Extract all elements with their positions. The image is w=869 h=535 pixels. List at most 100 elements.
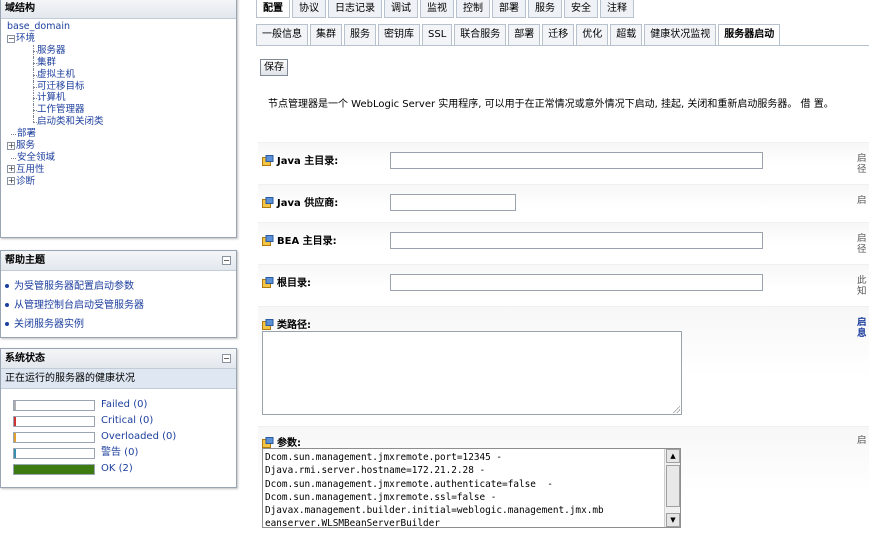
scroll-up-icon[interactable]: ▲ [666,449,680,463]
health-row: Critical (0) [13,413,236,429]
sub-tab[interactable]: 服务器启动 [718,24,781,46]
tree-row: +服务 [7,140,236,152]
tree-item-link[interactable]: 工作管理器 [37,104,85,115]
sub-tab[interactable]: 超载 [610,24,643,46]
tree-connector [33,86,37,88]
sub-tab[interactable]: 密钥库 [378,24,420,46]
tree-row: 部署 [7,128,236,140]
tree-connector [33,122,37,124]
arguments-scrollbar[interactable]: ▲ ▼ [664,449,680,527]
top-tab[interactable]: 调试 [384,0,418,18]
arguments-textarea[interactable]: Dcom.sun.management.jmxremote.port=12345… [262,448,681,528]
sub-tabs: 一般信息 集群 服务 密钥库 SSL 联合服务 部署 迁移 优化 超载 健康状况监视 服务器启动 [256,24,782,46]
save-button[interactable]: 保存 [260,59,288,76]
top-tabs: 配置 协议 日志记录 调试 监视 控制 部署 服务 安全 注释 [256,0,636,18]
top-tab[interactable]: 监视 [420,0,454,18]
help-link[interactable]: 从管理控制台启动受管服务器 [14,300,144,311]
tree-item-link[interactable]: 虚拟主机 [37,69,75,80]
tree-row: 安全领域 [7,152,236,164]
field-help-icon [262,437,274,448]
field-help-icon [262,155,274,166]
tree-item-link[interactable]: 启动类和关闭类 [37,116,104,127]
root-dir-input[interactable] [390,274,763,291]
sub-tab[interactable]: SSL [422,24,453,46]
java-vendor-hint: 启 [857,195,867,206]
tree-item-link[interactable]: 安全领域 [17,152,55,163]
sub-tab[interactable]: 联合服务 [454,24,507,46]
tree-row: 工作管理器 [7,104,236,117]
java-home-input[interactable] [390,152,763,169]
top-tab[interactable]: 日志记录 [328,0,382,18]
tree-item-link[interactable]: 部署 [17,128,36,139]
health-bar [13,416,95,427]
health-label[interactable]: 警告 (0) [101,446,138,460]
classpath-hint: 启 息 [857,317,867,339]
tree-connector [33,110,37,112]
resize-grip-icon[interactable] [672,405,680,413]
classpath-row: 类路径: 启 息 [258,306,869,424]
collapse-icon[interactable]: − [222,354,231,363]
sub-tab[interactable]: 迁移 [542,24,575,46]
field-help-icon [262,197,274,208]
sub-tab[interactable]: 服务 [344,24,376,46]
health-row: 警告 (0) [13,445,236,461]
health-label[interactable]: Overloaded (0) [101,430,176,444]
plus-box-icon[interactable]: + [7,177,15,186]
health-label[interactable]: Failed (0) [101,398,147,412]
tree-item-link[interactable]: 互用性 [16,164,45,175]
health-row: OK (2) [13,461,236,477]
tree-root-link[interactable]: base_domain [7,21,70,32]
health-label[interactable]: OK (2) [101,462,133,476]
help-links: 为受管服务器配置启动参数 从管理控制台启动受管服务器 关闭服务器实例 [1,271,236,334]
tree-connector [11,134,16,136]
help-topics-panel: 帮助主题 − 为受管服务器配置启动参数 从管理控制台启动受管服务器 关闭服务器实… [0,250,237,338]
tree-item-link[interactable]: 服务 [16,140,35,151]
top-tab[interactable]: 控制 [456,0,490,18]
tree-item-link[interactable]: 诊断 [16,176,35,187]
sub-tab[interactable]: 一般信息 [256,24,308,46]
plus-box-icon[interactable]: + [7,141,15,150]
classpath-textarea[interactable] [262,331,682,415]
bea-home-row: BEA 主目录: 启 径 [258,222,869,260]
root-dir-hint: 此 知 [857,275,867,297]
sub-tab[interactable]: 健康状况监视 [644,24,717,46]
root-dir-label: 根目录: [277,278,311,289]
java-vendor-input[interactable] [390,194,516,211]
health-bar-fill [14,401,16,410]
sub-tab[interactable]: 部署 [508,24,541,46]
domain-structure-title: 域结构 [1,0,236,19]
tree-item-env[interactable]: 环境 [16,33,35,44]
minus-box-icon[interactable]: − [7,34,15,43]
help-link-item[interactable]: 关闭服务器实例 [5,315,230,334]
top-tab[interactable]: 部署 [492,0,526,18]
java-vendor-row: Java 供应商: 启 [258,184,869,222]
sub-tab[interactable]: 优化 [576,24,609,46]
scroll-down-icon[interactable]: ▼ [666,513,680,527]
tree-item-link[interactable]: 计算机 [37,92,66,103]
help-link[interactable]: 为受管服务器配置启动参数 [14,281,134,292]
help-link[interactable]: 关闭服务器实例 [14,319,84,330]
bea-home-input[interactable] [390,232,763,249]
top-tab[interactable]: 配置 [256,0,290,18]
plus-box-icon[interactable]: + [7,165,15,174]
help-link-item[interactable]: 为受管服务器配置启动参数 [5,277,230,296]
tree-connector [33,74,37,76]
tree-item-link[interactable]: 集群 [37,57,56,68]
sub-tab[interactable]: 集群 [310,24,342,46]
scroll-thumb[interactable] [666,465,680,507]
tree-row: 虚拟主机 [7,68,236,81]
top-tab[interactable]: 安全 [564,0,598,18]
top-tab[interactable]: 服务 [528,0,562,18]
tree-item-link[interactable]: 服务器 [37,45,66,56]
help-link-item[interactable]: 从管理控制台启动受管服务器 [5,296,230,315]
top-tab[interactable]: 协议 [292,0,326,18]
collapse-icon[interactable]: − [222,256,231,265]
root-dir-row: 根目录: 此 知 [258,264,869,302]
domain-tree: base_domain −环境 服务器 集群 虚拟主机 可迁移目标 计算机 工作管理器 启动… [1,19,236,188]
java-vendor-label: Java 供应商: [277,198,339,209]
env-children: 服务器 集群 虚拟主机 可迁移目标 计算机 工作管理器 启动类和关闭类 [7,44,236,128]
top-tab[interactable]: 注释 [600,0,634,18]
health-label[interactable]: Critical (0) [101,414,153,428]
tree-item-link[interactable]: 可迁移目标 [37,81,85,92]
java-home-label: Java 主目录: [277,156,339,167]
